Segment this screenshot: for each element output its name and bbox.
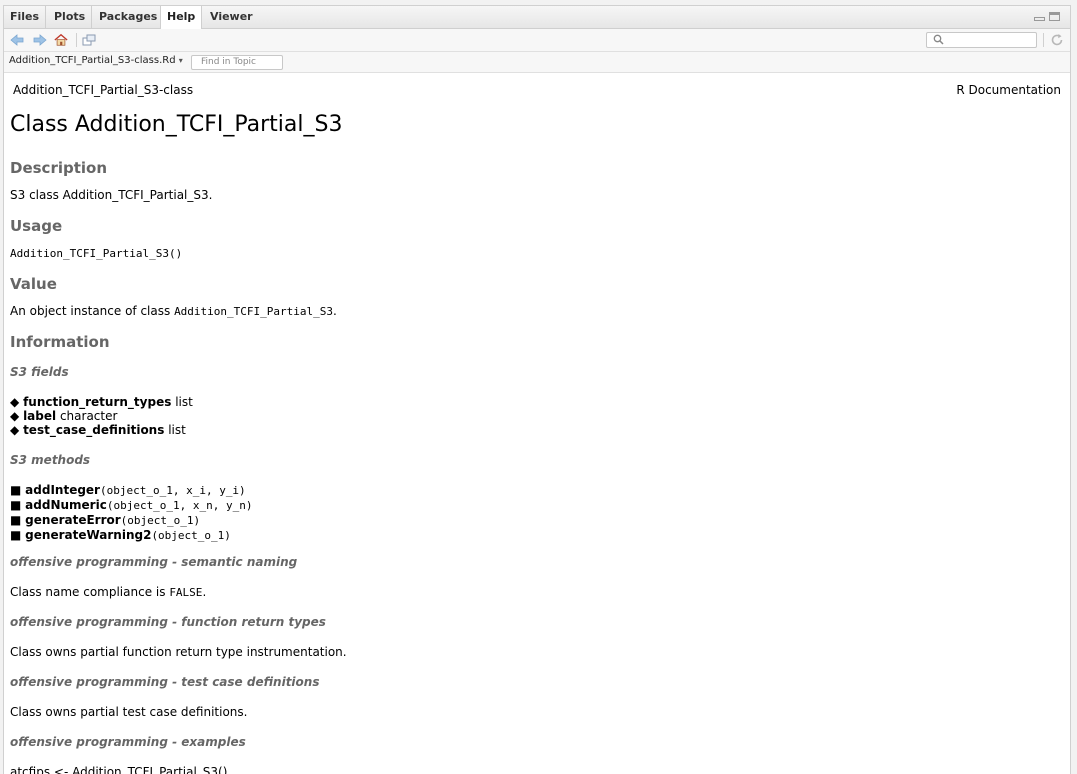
usage-code: Addition_TCFI_Partial_S3() [10,247,183,260]
diamond-bullet-icon: ◆ [10,423,20,437]
diamond-bullet-icon: ◆ [10,409,20,423]
method-args: (object_o_1, x_i, y_i) [99,484,246,497]
square-bullet-icon: ■ [10,513,22,527]
square-bullet-icon: ■ [10,483,22,497]
topic-bar: Addition_TCFI_Partial_S3-class.Rd ▾ Find… [4,52,1070,73]
method-name: addNumeric [25,498,107,512]
help-search-input[interactable] [926,32,1037,48]
home-icon[interactable] [54,33,68,47]
maximize-icon[interactable] [1049,12,1060,21]
semantic-naming-text: Class name compliance is FALSE. [10,585,206,599]
description-heading: Description [10,159,108,177]
help-toolbar [4,29,1070,52]
method-args: (object_o_1, x_n, y_n) [106,499,253,512]
forward-arrow-icon[interactable] [33,33,47,47]
help-document: Addition_TCFI_Partial_S3-class R Documen… [4,72,1070,774]
value-text: An object instance of class Addition_TCF… [10,304,337,318]
method-name: addInteger [25,483,100,497]
s3-methods-list: ■ addInteger(object_o_1, x_i, y_i) ■ add… [10,483,253,543]
list-item: ■ addInteger(object_o_1, x_i, y_i) [10,483,253,498]
back-arrow-icon[interactable] [10,33,24,47]
examples-heading: offensive programming - examples [10,735,246,749]
field-name: function_return_types [23,395,172,409]
return-types-heading: offensive programming - function return … [10,615,326,629]
topic-dropdown-label: Addition_TCFI_Partial_S3-class.Rd [9,55,176,66]
refresh-icon[interactable] [1050,33,1064,47]
list-item: ■ generateError(object_o_1) [10,513,253,528]
value-heading: Value [10,275,57,293]
search-icon [933,34,944,48]
doc-header-rdoc: R Documentation [956,83,1061,97]
list-item: ◆ function_return_types list [10,395,193,409]
page-title: Class Addition_TCFI_Partial_S3 [10,112,343,137]
minimize-icon[interactable] [1034,17,1045,21]
tab-viewer[interactable]: Viewer [204,6,259,28]
list-item: ◆ label character [10,409,193,423]
test-cases-heading: offensive programming - test case defini… [10,675,320,689]
toolbar-divider [76,33,77,47]
tab-packages[interactable]: Packages [93,6,163,28]
s3-methods-heading: S3 methods [10,453,91,467]
semantic-naming-heading: offensive programming - semantic naming [10,555,298,569]
information-heading: Information [10,333,110,351]
field-name: label [23,409,57,423]
method-args: (object_o_1) [120,514,201,527]
semantic-text-end: . [202,585,207,599]
s3-fields-heading: S3 fields [10,365,69,379]
square-bullet-icon: ■ [10,498,22,512]
field-type: character [59,409,118,423]
usage-heading: Usage [10,217,63,235]
field-type: list [168,423,186,437]
value-text-end: . [333,304,337,318]
list-item: ■ generateWarning2(object_o_1) [10,528,253,543]
toolbar-divider [1043,33,1044,47]
value-text-prefix: An object instance of class [10,304,175,318]
semantic-text-prefix: Class name compliance is [10,585,170,599]
field-name: test_case_definitions [23,423,165,437]
tab-plots[interactable]: Plots [48,6,93,28]
tab-help[interactable]: Help [160,6,203,29]
return-types-text: Class owns partial function return type … [10,645,347,659]
field-type: list [175,395,193,409]
method-name: generateWarning2 [25,528,152,542]
description-text: S3 class Addition_TCFI_Partial_S3. [10,188,213,202]
help-pane: Files Plots Packages Help Viewer Additio… [3,5,1071,774]
topic-dropdown[interactable]: Addition_TCFI_Partial_S3-class.Rd ▾ [9,55,183,66]
diamond-bullet-icon: ◆ [10,395,20,409]
tab-files[interactable]: Files [4,6,47,28]
popout-icon[interactable] [82,33,96,47]
doc-header-topic: Addition_TCFI_Partial_S3-class [13,83,194,97]
list-item: ■ addNumeric(object_o_1, x_n, y_n) [10,498,253,513]
pane-tabbar: Files Plots Packages Help Viewer [4,6,1070,29]
square-bullet-icon: ■ [10,528,22,542]
list-item: ◆ test_case_definitions list [10,423,193,437]
semantic-value: FALSE [169,586,203,599]
value-code: Addition_TCFI_Partial_S3 [174,305,334,318]
find-in-topic-input[interactable]: Find in Topic [191,55,283,70]
test-cases-text: Class owns partial test case definitions… [10,705,248,719]
method-name: generateError [25,513,121,527]
chevron-down-icon: ▾ [178,56,183,65]
method-args: (object_o_1) [151,529,231,542]
s3-fields-list: ◆ function_return_types list ◆ label cha… [10,395,193,437]
